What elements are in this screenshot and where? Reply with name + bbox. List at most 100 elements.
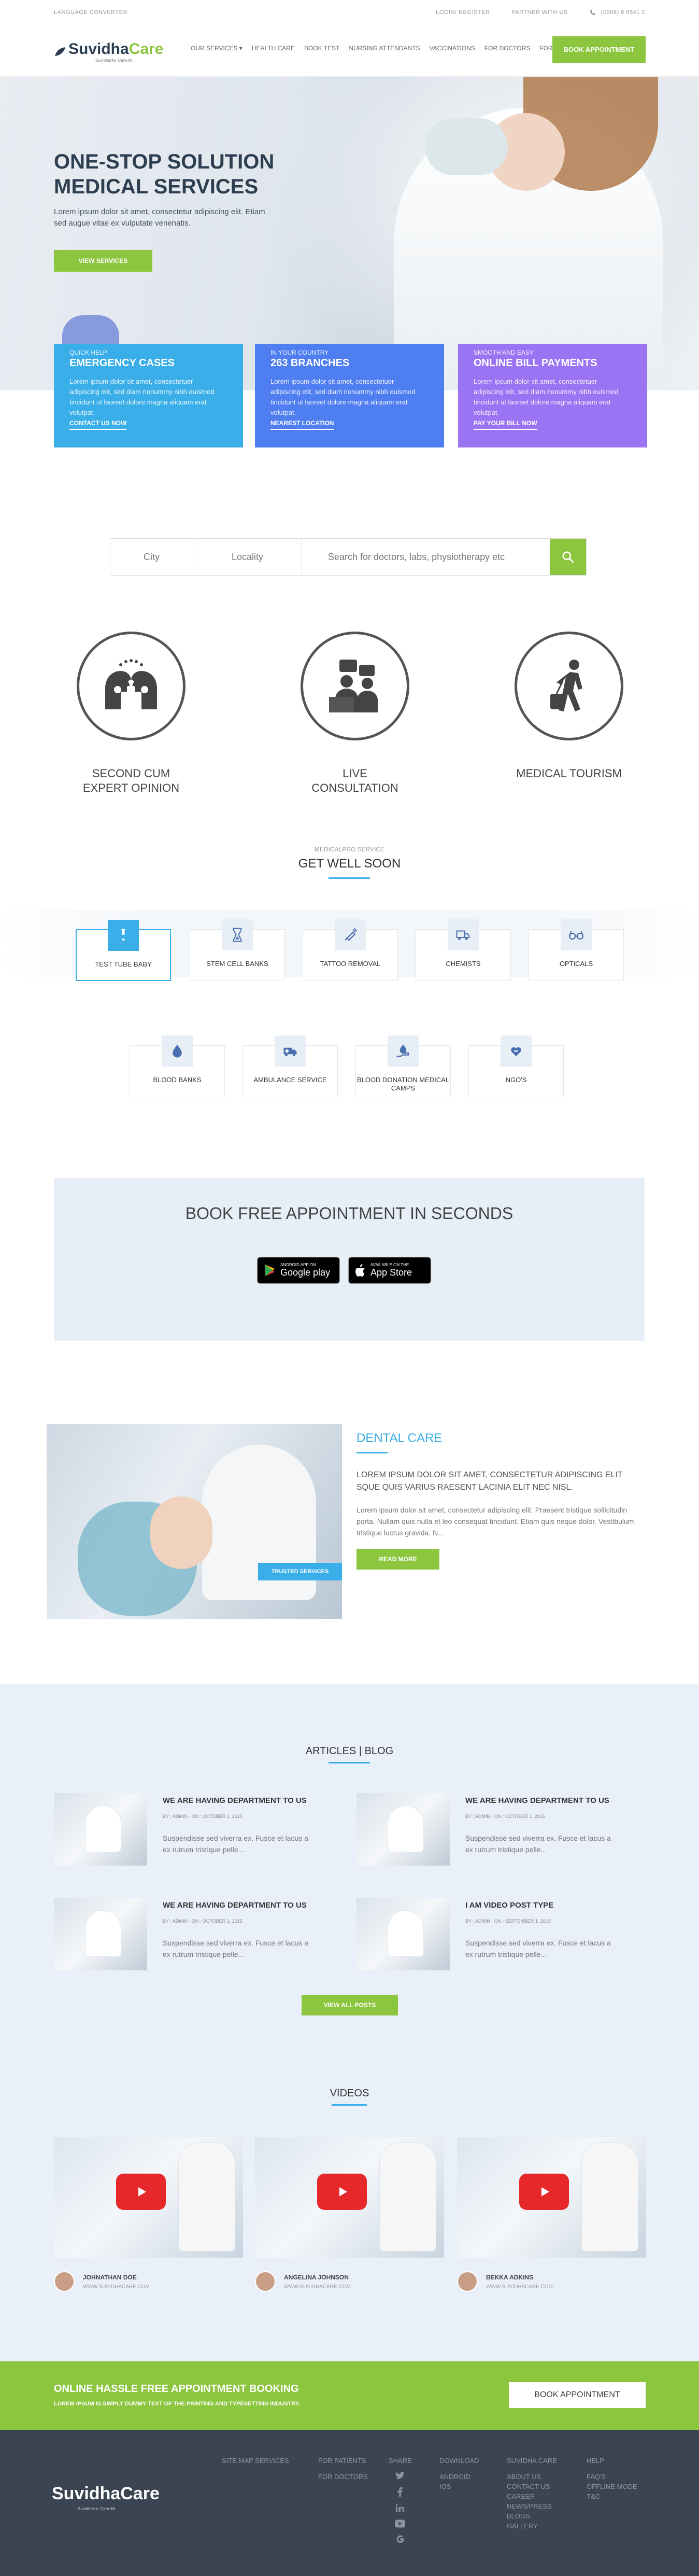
appointment-box: BOOK FREE APPOINTMENT IN SECONDS ANDROID… xyxy=(54,1178,645,1341)
nav-health-care[interactable]: HEALTH CARE xyxy=(252,45,295,52)
author-site[interactable]: WWW.SUVIDHACARE.COM xyxy=(83,2284,150,2290)
heart-hand-icon xyxy=(511,1047,521,1056)
blog-post-excerpt: Suspendisse sed viverra ex. Fusce et lac… xyxy=(163,1834,308,1854)
tile-label: BLOOD DONATION MEDICAL CAMPS xyxy=(356,1076,450,1092)
footer-link[interactable]: SITE MAP SERVICES xyxy=(222,2456,289,2466)
cta-book-appointment-button[interactable]: BOOK APPOINTMENT xyxy=(509,2382,646,2408)
google-plus-icon[interactable] xyxy=(396,2535,405,2543)
youtube-icon[interactable] xyxy=(395,2519,406,2528)
blog-post[interactable]: WE ARE HAVING DEPARTMENT TO US BY : ADMI… xyxy=(54,1898,318,1976)
partner-link[interactable]: PARTNER WITH US xyxy=(511,9,568,16)
pay-bill-link[interactable]: PAY YOUR BILL NOW xyxy=(474,419,537,430)
blog-post-title[interactable]: WE ARE HAVING DEPARTMENT TO US xyxy=(163,1796,307,1805)
footer-logo[interactable]: SuvidhaCare xyxy=(52,2484,160,2504)
tile-label: TEST TUBE BABY xyxy=(95,960,152,968)
nav-for-doctors[interactable]: FOR DOCTORS xyxy=(484,45,530,52)
footer-link[interactable]: FOR DOCTORS xyxy=(318,2472,368,2482)
footer-link-android[interactable]: ANDROID xyxy=(439,2472,479,2482)
footer-link[interactable]: ABOUT US xyxy=(507,2472,557,2482)
blog-post[interactable]: I AM VIDEO POST TYPE BY : ADMIN · ON : S… xyxy=(356,1898,621,1976)
nav-nursing-attendants[interactable]: NURSING ATTENDANTS xyxy=(349,45,420,52)
google-play-button[interactable]: ANDROID APP ON Google play xyxy=(257,1257,340,1284)
footer-link[interactable]: GALLERY xyxy=(507,2521,557,2531)
footer-link[interactable]: BLOGS xyxy=(507,2511,557,2521)
search-input[interactable]: Search for doctors, labs, physiotherapy … xyxy=(302,539,550,575)
blog-post[interactable]: WE ARE HAVING DEPARTMENT TO US BY : ADMI… xyxy=(356,1793,621,1871)
cta-title: ONLINE HASSLE FREE APPOINTMENT BOOKING xyxy=(54,2383,299,2395)
tile-tattoo-removal[interactable]: TATTOO REMOVAL xyxy=(303,919,398,981)
footer-link[interactable]: T&C xyxy=(587,2491,637,2501)
getwell-kicker: MEDICALPRO SERVICE xyxy=(314,846,385,853)
footer-link[interactable]: FOR PATIENTS xyxy=(318,2456,368,2466)
card-kicker: QUICK HELP xyxy=(69,349,107,356)
service-label: MEDICAL TOURISM xyxy=(516,767,622,780)
card-kicker: SMOOTH AND EASY xyxy=(474,349,534,356)
app-store-button[interactable]: Available on the App Store xyxy=(348,1257,431,1284)
tile-stem-cell-banks[interactable]: STEM CELL BANKS xyxy=(190,919,285,981)
play-button[interactable] xyxy=(317,2174,367,2210)
footer-link[interactable]: CAREER xyxy=(507,2491,557,2501)
blog-post[interactable]: WE ARE HAVING DEPARTMENT TO US BY : ADMI… xyxy=(54,1793,318,1871)
tile-blood-donation-camps[interactable]: BLOOD DONATION MEDICAL CAMPS xyxy=(355,1035,451,1097)
dental-section: DENTAL CARE LOREM IPSUM DOLOR SIT AMET, … xyxy=(356,1431,647,1570)
header-book-appointment-button[interactable]: BOOK APPOINTMENT xyxy=(552,36,646,63)
tile-chemists[interactable]: CHEMISTS xyxy=(416,919,511,981)
nav-book-test[interactable]: BOOK TEST xyxy=(304,45,339,52)
facebook-icon[interactable] xyxy=(397,2487,403,2497)
view-services-button[interactable]: VIEW SERVICES xyxy=(54,250,152,272)
view-all-posts-button[interactable]: VIEW ALL POSTS xyxy=(302,1995,398,2015)
nav-our-services[interactable]: OUR SERVICES ▾ xyxy=(191,45,242,52)
tile-test-tube-baby[interactable]: TEST TUBE BABY xyxy=(76,920,171,981)
footer-link-ios[interactable]: IOS xyxy=(439,2482,479,2491)
footer-heading: SUVIDHA CARE xyxy=(507,2457,557,2465)
language-converter-link[interactable]: LANGUAGE CONVERTER xyxy=(54,9,127,16)
footer-heading: SHARE xyxy=(389,2457,412,2465)
video-thumbnail[interactable] xyxy=(457,2137,646,2258)
blog-post-title[interactable]: WE ARE HAVING DEPARTMENT TO US xyxy=(163,1901,307,1910)
play-icon xyxy=(541,2187,549,2196)
login-register-link[interactable]: LOGIN/ REGISTER xyxy=(436,9,490,16)
dental-underline xyxy=(356,1452,388,1453)
top-links: LOGIN/ REGISTER PARTNER WITH US (0908) 8… xyxy=(436,9,645,16)
footer-link[interactable]: CONTACT US xyxy=(507,2482,557,2491)
linkedin-icon[interactable] xyxy=(396,2504,405,2512)
blog-post-title[interactable]: I AM VIDEO POST TYPE xyxy=(465,1901,553,1910)
footer-link[interactable]: FAQ'S xyxy=(587,2472,637,2482)
blog-post-title[interactable]: WE ARE HAVING DEPARTMENT TO US xyxy=(465,1796,609,1805)
phone-number[interactable]: (0908) 8 6541 2 xyxy=(590,9,645,16)
twitter-icon[interactable] xyxy=(395,2472,405,2480)
play-button[interactable] xyxy=(519,2174,569,2210)
logo[interactable]: SuvidhaCare SuvidhaHe. Care.Mr. xyxy=(54,40,163,63)
service-medical-tourism[interactable]: MEDICAL TOURISM xyxy=(515,632,623,781)
locality-select[interactable]: Locality xyxy=(193,539,302,575)
blog-post-excerpt: Suspendisse sed viverra ex. Fusce et lac… xyxy=(465,1939,611,1958)
video-thumbnail[interactable] xyxy=(54,2137,243,2258)
service-second-opinion[interactable]: SECOND CUM EXPERT OPINION xyxy=(77,632,186,795)
tile-opticals[interactable]: OPTICALS xyxy=(529,919,624,981)
emergency-card: QUICK HELP EMERGENCY CASES Lorem ipsum d… xyxy=(54,344,243,447)
search-button[interactable] xyxy=(550,539,586,575)
play-button[interactable] xyxy=(116,2174,166,2210)
tile-ambulance-service[interactable]: AMBULANCE SERVICE xyxy=(242,1035,338,1097)
card-kicker: IN YOUR COUNTRY xyxy=(270,349,329,356)
service-live-consultation[interactable]: LIVE CONSULTATION xyxy=(301,632,409,795)
video-thumbnail[interactable] xyxy=(255,2137,444,2258)
service-icon-ring xyxy=(515,632,623,740)
tile-blood-banks[interactable]: BLOOD BANKS xyxy=(130,1035,225,1097)
tile-icon-box xyxy=(388,1035,419,1067)
tile-label: STEM CELL BANKS xyxy=(206,960,268,968)
read-more-button[interactable]: READ MORE xyxy=(356,1549,439,1570)
page: LANGUAGE CONVERTER LOGIN/ REGISTER PARTN… xyxy=(0,0,699,2576)
nearest-location-link[interactable]: NEAREST LOCATION xyxy=(270,419,334,430)
card-text: Lorem ipsum dolor sit amet, consectetuer… xyxy=(270,377,416,416)
tile-ngos[interactable]: NGO'S xyxy=(468,1035,564,1097)
nav-vaccinations[interactable]: VACCINATIONS xyxy=(430,45,475,52)
footer-link[interactable]: NEWS/PRESS xyxy=(507,2501,557,2511)
contact-us-link[interactable]: CONTACT US NOW xyxy=(69,419,127,430)
author-site[interactable]: WWW.SUVIDHACARE.COM xyxy=(486,2284,553,2290)
footer-link[interactable]: OFFLINE MODE xyxy=(587,2482,637,2491)
city-select[interactable]: City xyxy=(110,539,193,575)
footer-col-sitemap: SITE MAP SERVICES xyxy=(222,2456,289,2466)
hero-photo-mask xyxy=(425,118,508,175)
author-site[interactable]: WWW.SUVIDHACARE.COM xyxy=(284,2284,351,2290)
